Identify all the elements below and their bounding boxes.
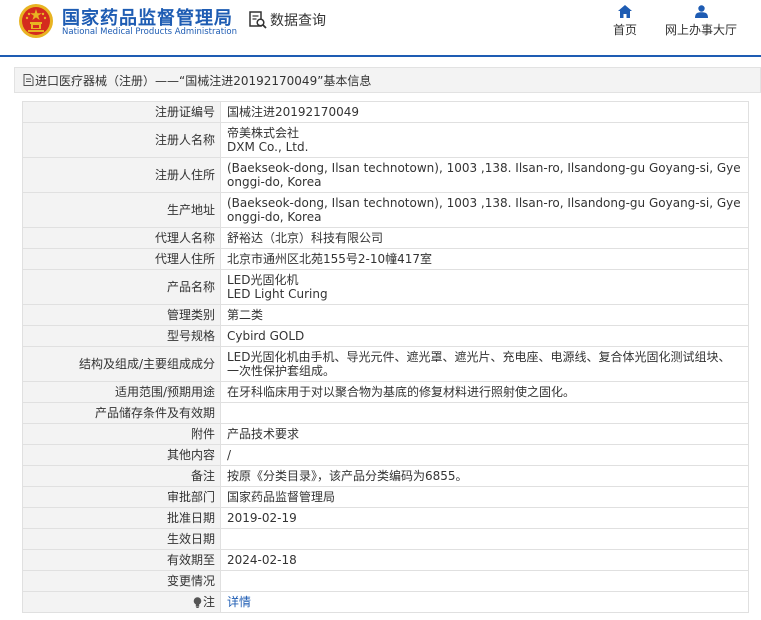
nav-home[interactable]: 首页 xyxy=(608,5,642,38)
table-row: 生效日期 xyxy=(22,528,749,550)
nav-online-service[interactable]: 网上办事大厅 xyxy=(660,5,742,38)
site-header: 国家药品监督管理局 National Medical Products Admi… xyxy=(0,0,761,57)
org-name-en: National Medical Products Administration xyxy=(62,27,237,37)
field-value: 北京市通州区北苑155号2-10幢417室 xyxy=(220,248,749,270)
field-value: 国械注进20192170049 xyxy=(220,101,749,123)
table-row: 注册人住所 (Baekseok-dong, Ilsan technotown),… xyxy=(22,157,749,193)
field-label: 产品储存条件及有效期 xyxy=(22,402,221,424)
data-query-link[interactable]: 数据查询 xyxy=(248,10,326,30)
field-value: 在牙科临床用于对以聚合物为基底的修复材料进行照射使之固化。 xyxy=(220,381,749,403)
field-value: 舒裕达（北京）科技有限公司 xyxy=(220,227,749,249)
field-value: (Baekseok-dong, Ilsan technotown), 1003 … xyxy=(220,157,749,193)
field-label: 有效期至 xyxy=(22,549,221,571)
document-search-icon xyxy=(249,11,267,29)
breadcrumb-text: 进口医疗器械（注册）——“国械注进20192170049”基本信息 xyxy=(35,73,372,88)
field-label: 注册人住所 xyxy=(22,157,221,193)
table-row: 结构及组成/主要组成成分 LED光固化机由手机、导光元件、遮光罩、遮光片、充电座… xyxy=(22,346,749,382)
field-value: 帝美株式会社 DXM Co., Ltd. xyxy=(220,122,749,158)
table-row: 生产地址 (Baekseok-dong, Ilsan technotown), … xyxy=(22,192,749,228)
field-value: / xyxy=(220,444,749,466)
field-value: (Baekseok-dong, Ilsan technotown), 1003 … xyxy=(220,192,749,228)
nav-online-service-label: 网上办事大厅 xyxy=(664,23,737,37)
table-row: 备注 按原《分类目录》，该产品分类编码为6855。 xyxy=(22,465,749,487)
field-label: 变更情况 xyxy=(22,570,221,592)
field-value: LED光固化机由手机、导光元件、遮光罩、遮光片、充电座、电源线、复合体光固化测试… xyxy=(220,346,749,382)
home-icon xyxy=(618,5,632,18)
field-value: 2019-02-19 xyxy=(220,507,749,529)
field-label: 批准日期 xyxy=(22,507,221,529)
breadcrumb: 进口医疗器械（注册）——“国械注进20192170049”基本信息 xyxy=(14,67,761,93)
table-row: 有效期至 2024-02-18 xyxy=(22,549,749,571)
field-label: 其他内容 xyxy=(22,444,221,466)
field-label: 生效日期 xyxy=(22,528,221,550)
field-value: Cybird GOLD xyxy=(220,325,749,347)
field-label: 注 xyxy=(22,591,221,613)
field-value: LED光固化机 LED Light Curing xyxy=(220,269,749,305)
table-row: 审批部门 国家药品监督管理局 xyxy=(22,486,749,508)
field-label: 适用范围/预期用途 xyxy=(22,381,221,403)
table-row: 变更情况 xyxy=(22,570,749,592)
field-value: 产品技术要求 xyxy=(220,423,749,445)
field-label: 代理人名称 xyxy=(22,227,221,249)
table-row: 产品储存条件及有效期 xyxy=(22,402,749,424)
field-label: 代理人住所 xyxy=(22,248,221,270)
field-label: 注册证编号 xyxy=(22,101,221,123)
table-row: 其他内容 / xyxy=(22,444,749,466)
field-label: 型号规格 xyxy=(22,325,221,347)
table-row: 代理人名称 舒裕达（北京）科技有限公司 xyxy=(22,227,749,249)
field-label: 生产地址 xyxy=(22,192,221,228)
field-label: 注册人名称 xyxy=(22,122,221,158)
field-value: 国家药品监督管理局 xyxy=(220,486,749,508)
table-row: 注册人名称 帝美株式会社 DXM Co., Ltd. xyxy=(22,122,749,158)
national-emblem-icon xyxy=(19,4,53,38)
field-label: 管理类别 xyxy=(22,304,221,326)
data-query-label: 数据查询 xyxy=(270,13,326,29)
nav-home-label: 首页 xyxy=(612,23,637,37)
table-row: 注册证编号 国械注进20192170049 xyxy=(22,101,749,123)
lightbulb-icon xyxy=(193,597,202,608)
field-label: 结构及组成/主要组成成分 xyxy=(22,346,221,382)
table-row: 产品名称 LED光固化机 LED Light Curing xyxy=(22,269,749,305)
details-link[interactable]: 详情 xyxy=(227,595,251,609)
table-row: 型号规格 Cybird GOLD xyxy=(22,325,749,347)
field-value: 2024-02-18 xyxy=(220,549,749,571)
field-label: 附件 xyxy=(22,423,221,445)
table-row: 注 详情 xyxy=(22,591,749,613)
field-label: 备注 xyxy=(22,465,221,487)
user-icon xyxy=(694,5,708,18)
table-row: 管理类别 第二类 xyxy=(22,304,749,326)
field-value: 按原《分类目录》，该产品分类编码为6855。 xyxy=(220,465,749,487)
table-row: 适用范围/预期用途 在牙科临床用于对以聚合物为基底的修复材料进行照射使之固化。 xyxy=(22,381,749,403)
value-line: DXM Co., Ltd. xyxy=(227,140,309,154)
value-line: LED Light Curing xyxy=(227,287,328,301)
table-row: 代理人住所 北京市通州区北苑155号2-10幢417室 xyxy=(22,248,749,270)
registration-info-table: 注册证编号 国械注进20192170049 注册人名称 帝美株式会社 DXM C… xyxy=(22,101,749,613)
field-value: 第二类 xyxy=(220,304,749,326)
value-line: 帝美株式会社 xyxy=(227,126,300,140)
field-label: 审批部门 xyxy=(22,486,221,508)
document-icon xyxy=(23,74,34,86)
field-label: 产品名称 xyxy=(22,269,221,305)
field-value xyxy=(220,528,749,550)
table-row: 批准日期 2019-02-19 xyxy=(22,507,749,529)
field-value xyxy=(220,570,749,592)
note-label: 注 xyxy=(202,595,215,609)
field-value xyxy=(220,402,749,424)
table-row: 附件 产品技术要求 xyxy=(22,423,749,445)
value-line: LED光固化机 xyxy=(227,273,299,287)
field-value: 详情 xyxy=(220,591,749,613)
